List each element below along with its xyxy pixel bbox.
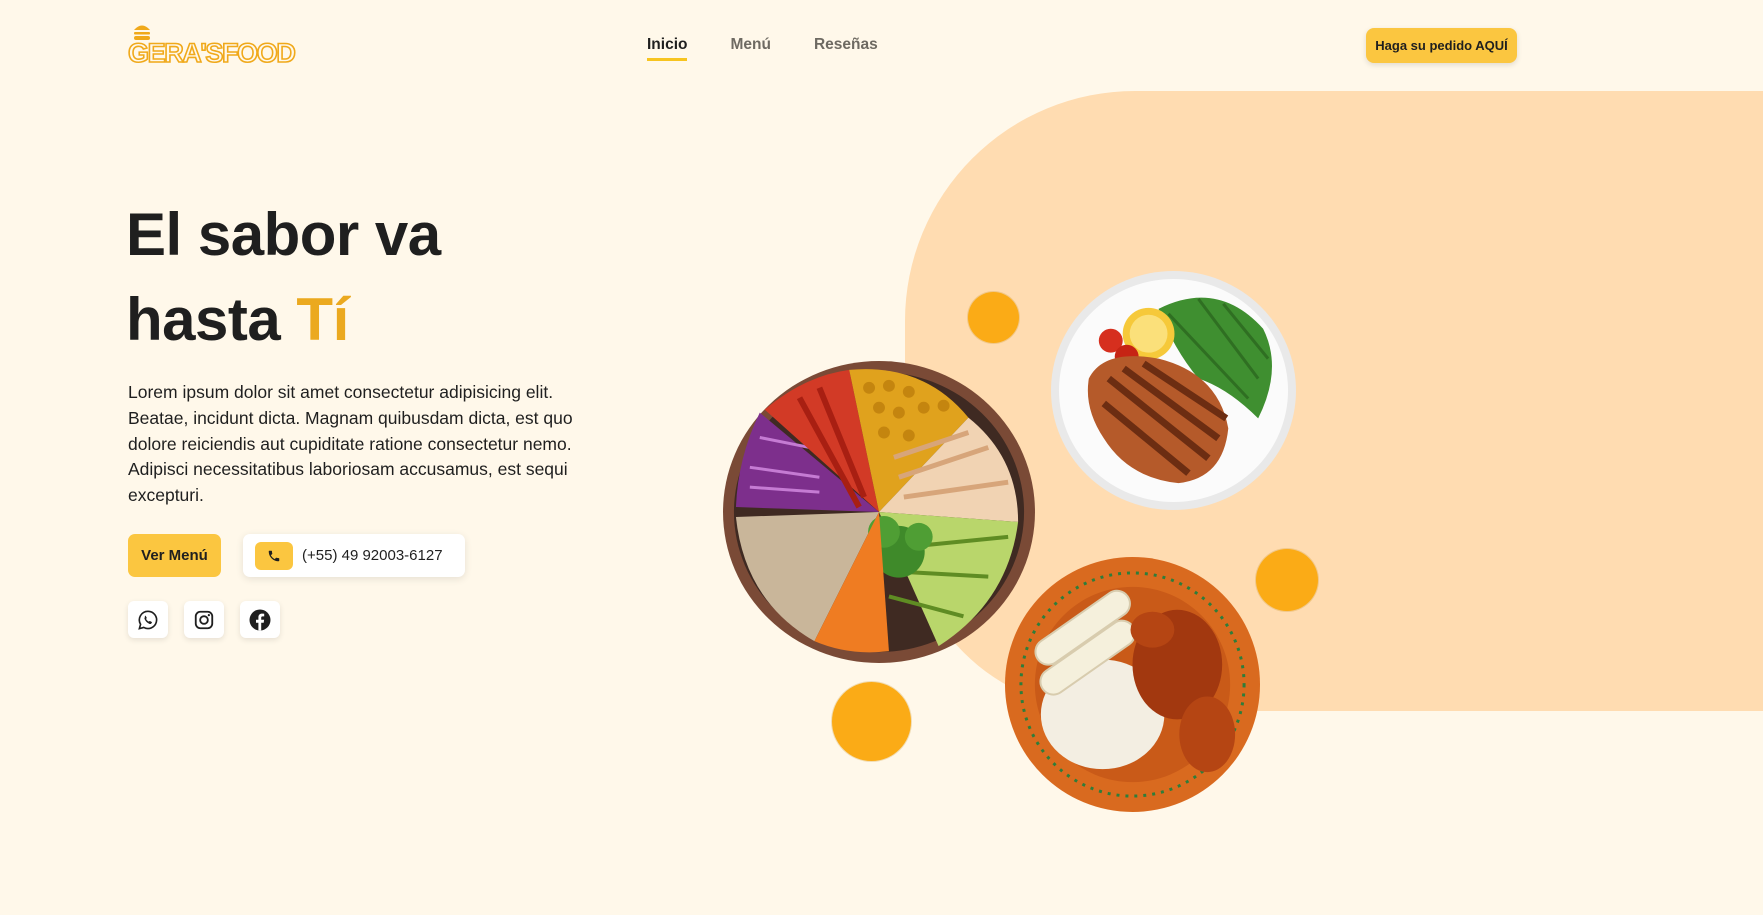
decorative-dot [1256, 549, 1318, 611]
hero-title: El sabor va hasta Tí [126, 192, 441, 362]
bowl-salad-image [723, 360, 1035, 664]
social-links [128, 601, 280, 638]
hero-title-accent: Tí [296, 286, 349, 353]
facebook-button[interactable] [240, 601, 280, 638]
grilled-chicken-plate-image [1051, 270, 1296, 511]
nav-item-menu[interactable]: Menú [730, 36, 770, 61]
nav-item-resenas[interactable]: Reseñas [814, 36, 878, 61]
main-nav: Inicio Menú Reseñas [647, 36, 878, 61]
whatsapp-icon [138, 609, 158, 630]
decorative-dot [832, 682, 911, 761]
whatsapp-button[interactable] [128, 601, 168, 638]
hero-description: Lorem ipsum dolor sit amet consectetur a… [128, 382, 573, 506]
view-menu-button[interactable]: Ver Menú [128, 534, 221, 577]
logo[interactable]: GERA'SFOOD [127, 22, 297, 72]
hero-title-line1: El sabor va [126, 201, 441, 268]
landing-page: GERA'SFOOD Inicio Menú Reseñas Haga su p… [0, 0, 1763, 915]
mole-chicken-rice-plate-image [1004, 556, 1261, 813]
decorative-dot [968, 292, 1019, 343]
order-here-button[interactable]: Haga su pedido AQUÍ [1366, 28, 1517, 63]
hero-title-line2: hasta [126, 286, 297, 353]
nav-item-inicio[interactable]: Inicio [647, 36, 688, 61]
instagram-icon [194, 610, 214, 629]
phone-number: (+55) 49 92003-6127 [302, 547, 443, 564]
instagram-button[interactable] [184, 601, 224, 638]
logo-text: GERA'SFOOD [127, 38, 296, 68]
phone-icon [255, 541, 293, 570]
phone-button[interactable]: (+55) 49 92003-6127 [243, 534, 465, 577]
facebook-icon [249, 609, 271, 630]
